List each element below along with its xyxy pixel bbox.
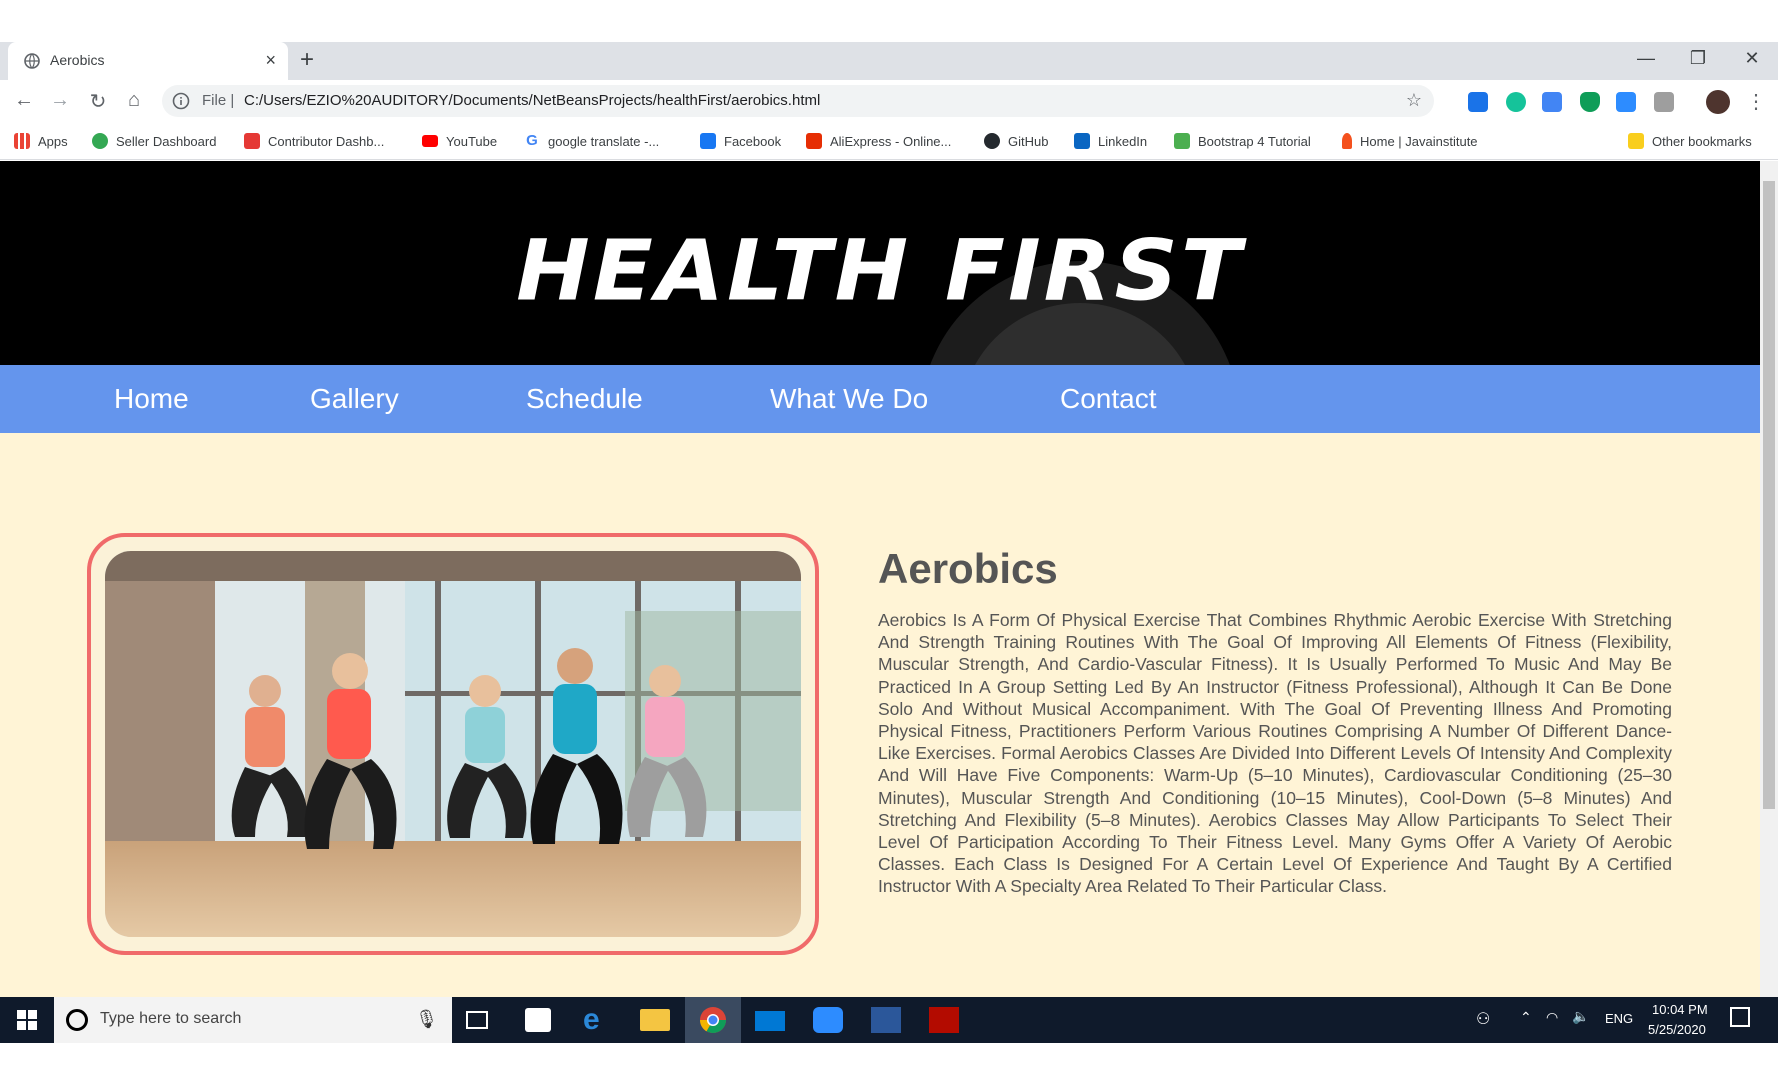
- language-indicator[interactable]: ENG: [1605, 1011, 1633, 1026]
- tab-close-icon[interactable]: ×: [265, 50, 276, 71]
- browser-tab[interactable]: Aerobics ×: [8, 42, 288, 80]
- bookmark-facebook[interactable]: Facebook: [700, 130, 781, 152]
- people-icon[interactable]: ⚇: [1476, 1009, 1490, 1029]
- browser-toolbar: ← → ↻ ⌂ File | C:/Users/EZIO%20AUDITORY/…: [0, 80, 1778, 122]
- bookmarks-bar: Apps Seller Dashboard Contributor Dashb.…: [0, 122, 1778, 160]
- bookmark-github[interactable]: GitHub: [984, 130, 1048, 152]
- site-navbar: Home Gallery Schedule What We Do Contact: [0, 365, 1760, 433]
- chrome-icon[interactable]: [698, 1005, 728, 1035]
- youtube-icon: [422, 135, 438, 147]
- nav-schedule[interactable]: Schedule: [526, 383, 643, 415]
- page-scrollbar[interactable]: [1760, 161, 1778, 997]
- globe-icon: [24, 53, 40, 69]
- bookmark-javainstitute[interactable]: Home | Javainstitute: [1342, 130, 1478, 152]
- nav-gallery[interactable]: Gallery: [310, 383, 399, 415]
- store-icon[interactable]: [525, 1008, 551, 1032]
- zoom-icon[interactable]: [813, 1007, 843, 1033]
- restore-button[interactable]: ❐: [1688, 48, 1708, 69]
- w3schools-icon: [1174, 133, 1190, 149]
- photo-frame: [87, 533, 819, 955]
- pdf-extension-icon[interactable]: [1654, 92, 1674, 112]
- search-placeholder: Type here to search: [100, 1010, 242, 1027]
- profile-avatar[interactable]: [1706, 90, 1730, 114]
- volume-icon[interactable]: 🔈: [1572, 1008, 1589, 1025]
- word-icon[interactable]: [871, 1007, 901, 1033]
- bookmark-other[interactable]: Other bookmarks: [1628, 130, 1752, 152]
- tab-title: Aerobics: [50, 52, 105, 68]
- bookmark-contributor[interactable]: Contributor Dashb...: [244, 130, 384, 152]
- microphone-icon[interactable]: 🎙: [415, 1009, 438, 1030]
- reload-button[interactable]: ↻: [86, 89, 110, 114]
- home-button[interactable]: ⌂: [122, 89, 146, 112]
- new-tab-button[interactable]: +: [300, 46, 314, 74]
- aerobics-class-photo: [105, 551, 801, 937]
- address-bar[interactable]: File | C:/Users/EZIO%20AUDITORY/Document…: [162, 85, 1434, 117]
- url-scheme: File |: [202, 92, 235, 109]
- bookmark-linkedin[interactable]: LinkedIn: [1074, 130, 1147, 152]
- google-icon: G: [526, 132, 538, 149]
- google-translate-icon[interactable]: [1542, 92, 1562, 112]
- info-icon[interactable]: [172, 92, 190, 110]
- grammarly-icon[interactable]: [1506, 92, 1526, 112]
- seller-icon: [92, 133, 108, 149]
- windows-taskbar: Type here to search 🎙 e ⚇ ⌃ ◠ 🔈 ENG 10:0…: [0, 997, 1778, 1043]
- linkedin-icon: [1074, 133, 1090, 149]
- java-icon: [1342, 133, 1352, 149]
- mail-icon[interactable]: [755, 1011, 785, 1031]
- page-viewport: HEALTH FIRST Home Gallery Schedule What …: [0, 161, 1760, 997]
- minimize-button[interactable]: —: [1636, 48, 1656, 69]
- bookmark-star-icon[interactable]: ☆: [1406, 90, 1422, 111]
- task-view-icon[interactable]: [466, 1011, 488, 1029]
- notifications-icon[interactable]: [1730, 1007, 1750, 1027]
- bookmark-google-translate[interactable]: G google translate -...: [524, 130, 659, 152]
- shield-icon[interactable]: [1580, 92, 1600, 112]
- folder-icon: [1628, 133, 1644, 149]
- bookmark-seller-dashboard[interactable]: Seller Dashboard: [92, 130, 216, 152]
- article-body: Aerobics Is A Form Of Physical Exercise …: [878, 610, 1672, 897]
- site-banner: HEALTH FIRST: [0, 161, 1760, 365]
- windows-start-icon[interactable]: [0, 997, 54, 1043]
- forward-button[interactable]: →: [48, 89, 72, 112]
- taskbar-search[interactable]: Type here to search 🎙: [54, 997, 452, 1043]
- tab-strip: Aerobics × + — ❐ ✕: [0, 42, 1778, 80]
- bookmark-bootstrap[interactable]: Bootstrap 4 Tutorial: [1174, 130, 1311, 152]
- edge-icon[interactable]: e: [583, 1005, 613, 1035]
- cortana-icon: [66, 1009, 88, 1031]
- bottom-margin: [0, 1043, 1778, 1085]
- bookmark-aliexpress[interactable]: AliExpress - Online...: [806, 130, 951, 152]
- extension-translate-icon[interactable]: [1468, 92, 1488, 112]
- menu-kebab-icon[interactable]: ⋮: [1744, 89, 1768, 114]
- clock-time[interactable]: 10:04 PM: [1652, 1002, 1708, 1017]
- aliexpress-icon: [806, 133, 822, 149]
- scrollbar-thumb[interactable]: [1763, 181, 1775, 809]
- screen: Aerobics × + — ❐ ✕ ← → ↻ ⌂ File | C:/Use…: [0, 0, 1778, 1085]
- file-explorer-icon[interactable]: [640, 1009, 670, 1031]
- wifi-icon[interactable]: ◠: [1546, 1009, 1558, 1026]
- bookmark-apps[interactable]: Apps: [14, 130, 68, 152]
- bookmark-youtube[interactable]: YouTube: [422, 130, 497, 152]
- github-icon: [984, 133, 1000, 149]
- clock-date[interactable]: 5/25/2020: [1648, 1022, 1706, 1037]
- nav-home[interactable]: Home: [114, 383, 189, 415]
- article-title: Aerobics: [878, 545, 1058, 592]
- zoom-extension-icon[interactable]: [1616, 92, 1636, 112]
- site-logo[interactable]: HEALTH FIRST: [0, 222, 1760, 320]
- url-text[interactable]: C:/Users/EZIO%20AUDITORY/Documents/NetBe…: [244, 92, 820, 109]
- contributor-icon: [244, 133, 260, 149]
- nav-what-we-do[interactable]: What We Do: [770, 383, 928, 415]
- window-close-button[interactable]: ✕: [1742, 48, 1762, 69]
- tray-chevron-icon[interactable]: ⌃: [1520, 1009, 1532, 1026]
- apps-grid-icon: [14, 133, 30, 149]
- acrobat-icon[interactable]: [929, 1007, 959, 1033]
- back-button[interactable]: ←: [12, 89, 36, 112]
- facebook-icon: [700, 133, 716, 149]
- nav-contact[interactable]: Contact: [1060, 383, 1157, 415]
